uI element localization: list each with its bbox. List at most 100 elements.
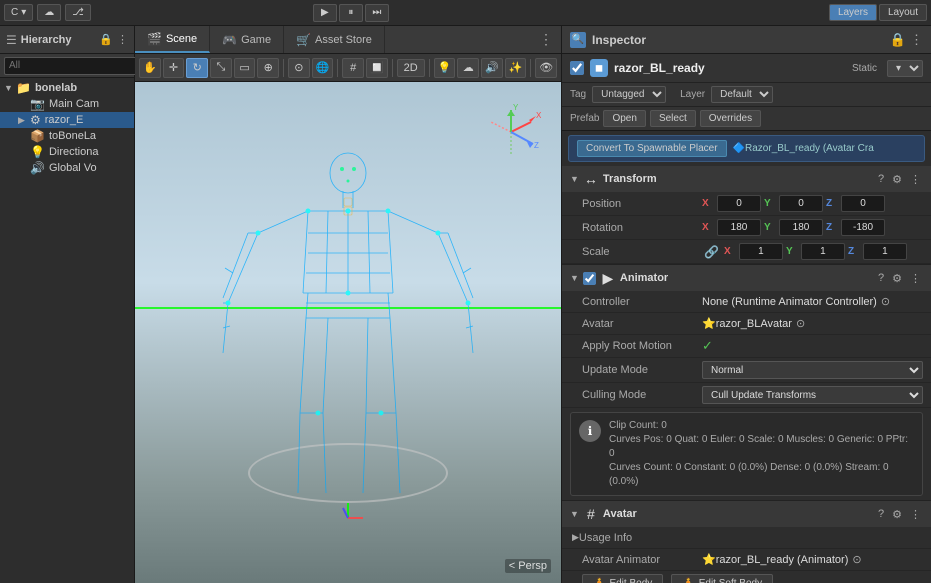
object-enabled-checkbox[interactable] <box>570 61 584 75</box>
viewport-more-icon[interactable]: ⋮ <box>531 31 561 48</box>
viewport-area: 🎬 Scene 🎮 Game 🛒 Asset Store ⋮ ✋ ✛ ↻ ⤡ ▭… <box>135 26 561 583</box>
edit-soft-body-button[interactable]: 🧍 Edit Soft Body <box>671 574 773 583</box>
transform-more-icon[interactable]: ⋮ <box>908 173 923 186</box>
2d-toggle[interactable]: 2D <box>397 59 425 77</box>
animator-settings-icon[interactable]: ⚙ <box>890 272 904 285</box>
grid-button[interactable]: # <box>342 58 364 78</box>
apply-root-motion-value: ✓ <box>702 338 923 354</box>
layers-layout-buttons: Layers Layout <box>829 4 927 21</box>
prefab-overrides-button[interactable]: Overrides <box>700 110 761 127</box>
lights-button[interactable]: 💡 <box>434 58 456 78</box>
animator-enabled-checkbox[interactable] <box>583 272 596 285</box>
move-tool-button[interactable]: ✛ <box>163 58 185 78</box>
rot-x-input[interactable] <box>717 219 761 236</box>
rotation-xyz: X Y Z <box>702 219 923 236</box>
cloud-button[interactable]: ☁ <box>37 4 61 21</box>
tag-layer-row: Tag Untagged Layer Default <box>562 83 931 107</box>
animator-help-icon[interactable]: ? <box>876 272 886 285</box>
tab-asset-store[interactable]: 🛒 Asset Store <box>284 26 385 53</box>
hierarchy-item-bonelab[interactable]: ▼ 📁 bonelab <box>0 80 134 96</box>
hierarchy-item-directional[interactable]: 💡 Directiona <box>0 144 134 160</box>
audio-button[interactable]: 🔊 <box>481 58 503 78</box>
animator-arrow-icon: ▼ <box>570 273 579 283</box>
prefab-select-button[interactable]: Select <box>650 110 696 127</box>
hierarchy-lock-icon[interactable]: 🔒 <box>99 33 113 46</box>
branch-button[interactable]: ⎇ <box>65 4 91 21</box>
avatar-animator-value-text: ⭐razor_BL_ready (Animator) <box>702 553 848 566</box>
culling-mode-row: Culling Mode Cull Update Transforms <box>562 383 931 408</box>
tag-select[interactable]: Untagged <box>592 86 666 103</box>
effects-button[interactable]: ✨ <box>505 58 527 78</box>
animator-more-icon[interactable]: ⋮ <box>908 272 923 285</box>
hierarchy-item-razor[interactable]: ▶ ⚙ razor_E <box>0 112 134 128</box>
transform-settings-icon[interactable]: ⚙ <box>890 173 904 186</box>
scale-lock-icon[interactable]: 🔗 <box>704 245 719 259</box>
rot-y-input[interactable] <box>779 219 823 236</box>
update-mode-select[interactable]: Normal <box>702 361 923 379</box>
hierarchy-item-globalvo[interactable]: 🔊 Global Vo <box>0 160 134 176</box>
scale-y-input[interactable] <box>801 243 845 260</box>
usage-info-row[interactable]: ▶ Usage Info <box>562 527 931 549</box>
hierarchy-menu-icon[interactable]: ⋮ <box>117 33 128 46</box>
transform-help-icon[interactable]: ? <box>876 173 886 186</box>
skybox-button[interactable]: ☁ <box>457 58 479 78</box>
pos-z-input[interactable] <box>841 195 885 212</box>
razor-label: razor_E <box>45 114 84 126</box>
update-mode-row: Update Mode Normal <box>562 358 931 383</box>
avatar-dot-icon[interactable]: ⊙ <box>796 317 805 330</box>
layers-button[interactable]: Layers <box>829 4 877 21</box>
playback-controls: ▶ ⏸ ⏭ <box>313 4 389 22</box>
edit-body-button[interactable]: 🧍 Edit Body <box>582 574 663 583</box>
avatar-more-icon[interactable]: ⋮ <box>908 508 923 521</box>
orientation-gizmo[interactable]: X Y Z <box>481 102 541 162</box>
viewport-canvas[interactable]: X Y Z < Persp <box>135 82 561 583</box>
snap-button[interactable]: 🔲 <box>366 58 388 78</box>
tab-game[interactable]: 🎮 Game <box>210 26 284 53</box>
apply-root-motion-label: Apply Root Motion <box>582 340 702 352</box>
c-label: C <box>11 7 18 18</box>
animator-header[interactable]: ▼ ▶ Animator ? ⚙ ⋮ <box>562 265 931 291</box>
avatar-comp-header[interactable]: ▼ # Avatar ? ⚙ ⋮ <box>562 501 931 527</box>
static-dropdown[interactable]: ▾ <box>887 60 923 77</box>
c-menu-button[interactable]: C ▾ <box>4 4 33 21</box>
inspector-lock-icon[interactable]: 🔒 <box>890 32 906 48</box>
avatar-help-icon[interactable]: ? <box>876 508 886 521</box>
step-button[interactable]: ⏭ <box>365 4 389 22</box>
pause-button[interactable]: ⏸ <box>339 4 363 22</box>
scale-z-input[interactable] <box>863 243 907 260</box>
controller-value-text: None (Runtime Animator Controller) <box>702 296 877 308</box>
controller-label: Controller <box>582 296 702 308</box>
prefab-open-button[interactable]: Open <box>603 110 645 127</box>
controller-dot-icon[interactable]: ⊙ <box>881 295 890 308</box>
hierarchy-item-tobone[interactable]: 📦 toBoneLa <box>0 128 134 144</box>
convert-button[interactable]: Convert To Spawnable Placer <box>577 140 727 157</box>
scale-x-label: X <box>724 246 736 257</box>
play-button[interactable]: ▶ <box>313 4 337 22</box>
edit-soft-body-icon: 🧍 <box>682 578 694 583</box>
hand-tool-button[interactable]: ✋ <box>139 58 161 78</box>
transform-tool-button[interactable]: ⊕ <box>257 58 279 78</box>
pos-y-input[interactable] <box>779 195 823 212</box>
prefab-text-label: Prefab <box>570 113 599 124</box>
layout-button[interactable]: Layout <box>879 4 927 21</box>
hidden-button[interactable]: 👁 <box>535 58 557 78</box>
warning-icon: ℹ <box>579 420 601 442</box>
rot-z-input[interactable] <box>841 219 885 236</box>
hierarchy-search[interactable] <box>4 57 146 75</box>
layer-select[interactable]: Default <box>711 86 773 103</box>
tab-scene[interactable]: 🎬 Scene <box>135 26 210 53</box>
global-button[interactable]: 🌐 <box>312 58 334 78</box>
rotate-tool-button[interactable]: ↻ <box>186 58 208 78</box>
pos-x-input[interactable] <box>717 195 761 212</box>
transform-header[interactable]: ▼ ↔ Transform ? ⚙ ⋮ <box>562 166 931 192</box>
toolbar-separator-3 <box>392 59 393 77</box>
pivot-button[interactable]: ⊙ <box>288 58 310 78</box>
inspector-menu-icon[interactable]: ⋮ <box>910 32 923 48</box>
scale-tool-button[interactable]: ⤡ <box>210 58 232 78</box>
avatar-animator-dot-icon[interactable]: ⊙ <box>852 553 861 566</box>
culling-mode-select[interactable]: Cull Update Transforms <box>702 386 923 404</box>
scale-x-input[interactable] <box>739 243 783 260</box>
hierarchy-item-maincam[interactable]: 📷 Main Cam <box>0 96 134 112</box>
avatar-settings-icon[interactable]: ⚙ <box>890 508 904 521</box>
rect-tool-button[interactable]: ▭ <box>234 58 256 78</box>
